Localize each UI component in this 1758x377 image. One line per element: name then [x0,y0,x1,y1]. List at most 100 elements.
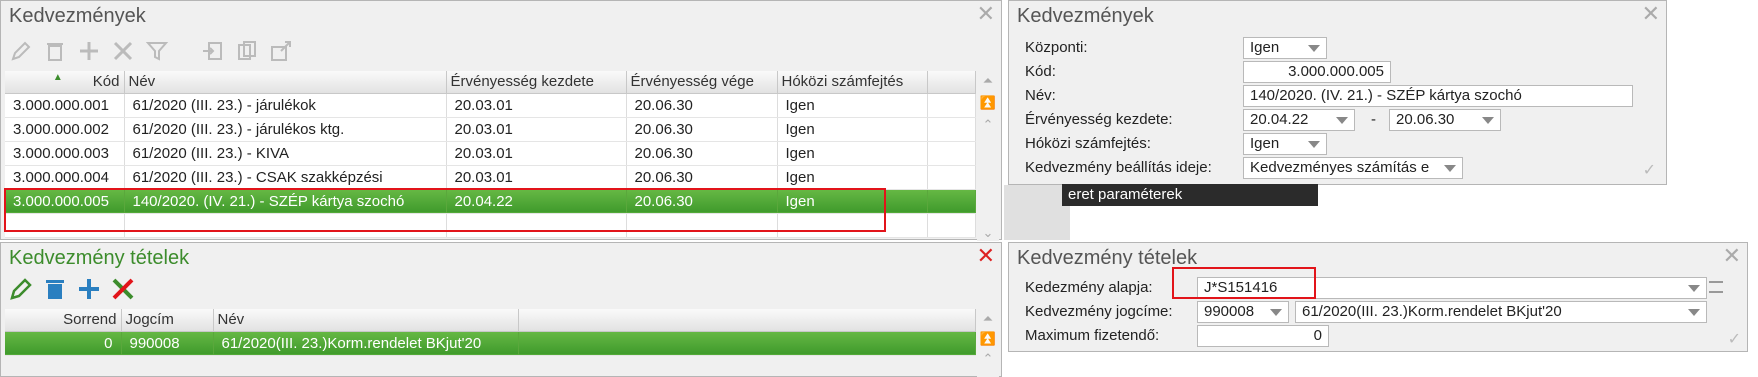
cell-vege: 20.06.30 [626,141,778,166]
delete-icon[interactable] [41,275,69,303]
chevron-down-icon [1688,285,1700,292]
table-row-empty [5,213,976,238]
cell-nev: 140/2020. (IV. 21.) - SZÉP kártya szochó [124,189,447,214]
cell-hokozi: Igen [777,189,928,214]
cell-kod: 3.000.000.002 [5,117,125,142]
chevron-down-icon [1308,141,1320,148]
label-hokozi: Hóközi számfejtés: [1025,135,1151,152]
nev-field[interactable]: 140/2020. (IV. 21.) - SZÉP kártya szochó [1243,85,1633,107]
cell-nev: 61/2020 (III. 23.) - járulékos ktg. [124,117,447,142]
panel-title: Kedvezmények [1017,5,1154,27]
table-row-selected[interactable]: 0 990008 61/2020(III. 23.)Korm.rendelet … [5,331,976,356]
cell-nev: 61/2020(III. 23.)Korm.rendelet BKjut'20 [213,331,519,356]
chevron-down-icon [1336,117,1348,124]
delete-icon[interactable] [41,37,69,65]
table-row-selected[interactable]: 3.000.000.005 140/2020. (IV. 21.) - SZÉP… [5,189,976,214]
chevron-down-icon [1482,117,1494,124]
cell-kod: 3.000.000.004 [5,165,125,190]
cell-sorrend: 0 [5,331,122,356]
label-alapja: Kedezmény alapja: [1025,279,1153,296]
checkmark-icon[interactable]: ✓ [1728,329,1741,349]
cell-kezdete: 20.03.01 [446,93,627,118]
cell-kod: 3.000.000.003 [5,141,125,166]
checkmark-icon[interactable]: ✓ [1643,160,1656,180]
chevron-down-icon [1270,309,1282,316]
panel-title: Kedvezmények [9,5,146,27]
scroll-top-icon[interactable]: ⏶ [983,73,993,89]
tetelek-table: Sorrend Jogcím Név 0 990008 61/2020(III.… [5,309,976,356]
tools-icon[interactable] [109,37,137,65]
kezdete-date[interactable]: 20.04.22 [1243,109,1355,131]
column-header-kod[interactable]: ▲ Kód [5,71,125,94]
scrollbar[interactable]: ⏶ ⏫ ⌃ [977,311,999,377]
label-ervenyesseg: Érvényesség kezdete: [1025,111,1173,128]
alapja-field[interactable]: J*S151416 [1197,277,1707,299]
column-header-nev[interactable]: Név [124,71,447,94]
cell-vege: 20.06.30 [626,93,778,118]
import-icon[interactable] [199,37,227,65]
column-header-vege[interactable]: Érvényesség vége [626,71,778,94]
cell-nev: 61/2020 (III. 23.) - járulékok [124,93,447,118]
cell-kezdete: 20.04.22 [446,189,627,214]
scrollbar[interactable]: ⏶ ⏫ ⌃ ⌄ [977,73,999,241]
panel-title: Kedvezmény tételek [9,247,190,269]
vege-date[interactable]: 20.06.30 [1389,109,1501,131]
close-icon[interactable]: ✕ [977,3,995,25]
hokozi-select[interactable]: Igen [1243,133,1327,155]
toolbar [7,275,137,303]
close-icon[interactable]: ✕ [977,245,995,267]
scroll-up-icon[interactable]: ⌃ [983,117,994,133]
column-header-nev[interactable]: Név [213,309,519,332]
column-header-hokozi[interactable]: Hóközi számfejtés [777,71,928,94]
table-row[interactable]: 3.000.000.003 61/2020 (III. 23.) - KIVA … [5,141,976,166]
label-kozponti: Központi: [1025,39,1088,56]
toolbar [7,37,295,65]
jogcim-name-select[interactable]: 61/2020(III. 23.)Korm.rendelet BKjut'20 [1295,301,1707,323]
maximum-field[interactable]: 0 [1197,325,1329,347]
tools-icon[interactable] [109,275,137,303]
cell-kezdete: 20.03.01 [446,165,627,190]
cell-empty [518,331,976,356]
edit-icon[interactable] [7,37,35,65]
scroll-down-icon[interactable]: ⌄ [983,225,994,241]
beallitas-select[interactable]: Kedvezményes számítás e [1243,157,1463,179]
menu-lines-icon[interactable] [1709,281,1723,293]
edit-icon[interactable] [7,275,35,303]
cell-vege: 20.06.30 [626,165,778,190]
cell-empty [927,141,976,166]
column-header-sorrend[interactable]: Sorrend [5,309,122,332]
cell-hokozi: Igen [777,165,928,190]
table-header: ▲ Kód Név Érvényesség kezdete Érvényesség… [5,71,976,94]
close-icon[interactable]: ✕ [1723,245,1741,267]
copy-icon[interactable] [233,37,261,65]
date-separator: - [1371,111,1376,128]
column-header-kezdete[interactable]: Érvényesség kezdete [446,71,627,94]
scroll-page-up-icon[interactable]: ⏫ [980,95,996,111]
side-strip [1004,185,1070,240]
export-icon[interactable] [267,37,295,65]
kozponti-select[interactable]: Igen [1243,37,1327,59]
table-row[interactable]: 3.000.000.002 61/2020 (III. 23.) - járul… [5,117,976,142]
table-row[interactable]: 3.000.000.004 61/2020 (III. 23.) - CSAK … [5,165,976,190]
scroll-top-icon[interactable]: ⏶ [983,311,993,327]
cell-nev: 61/2020 (III. 23.) - KIVA [124,141,447,166]
chevron-down-icon [1444,165,1456,172]
scroll-up-icon[interactable]: ⌃ [983,351,994,367]
kod-field[interactable]: 3.000.000.005 [1243,61,1391,83]
cell-nev: 61/2020 (III. 23.) - CSAK szakképzési [124,165,447,190]
cell-vege: 20.06.30 [626,189,778,214]
add-icon[interactable] [75,37,103,65]
jogcim-code-select[interactable]: 990008 [1197,301,1289,323]
close-icon[interactable]: ✕ [1642,3,1660,25]
label-maximum: Maximum fizetendő: [1025,327,1160,344]
kedvezmenyek-table: ▲ Kód Név Érvényesség kezdete Érvényesség… [5,71,976,238]
filter-icon[interactable] [143,37,171,65]
label-kod: Kód: [1025,63,1056,80]
panel-title: Kedvezmény tételek [1017,247,1198,269]
tooltip-text: eret paraméterek [1062,184,1318,206]
add-icon[interactable] [75,275,103,303]
column-header-jogcim[interactable]: Jogcím [121,309,214,332]
table-row[interactable]: 3.000.000.001 61/2020 (III. 23.) - járul… [5,93,976,118]
label-nev: Név: [1025,87,1056,104]
scroll-page-up-icon[interactable]: ⏫ [980,331,996,347]
